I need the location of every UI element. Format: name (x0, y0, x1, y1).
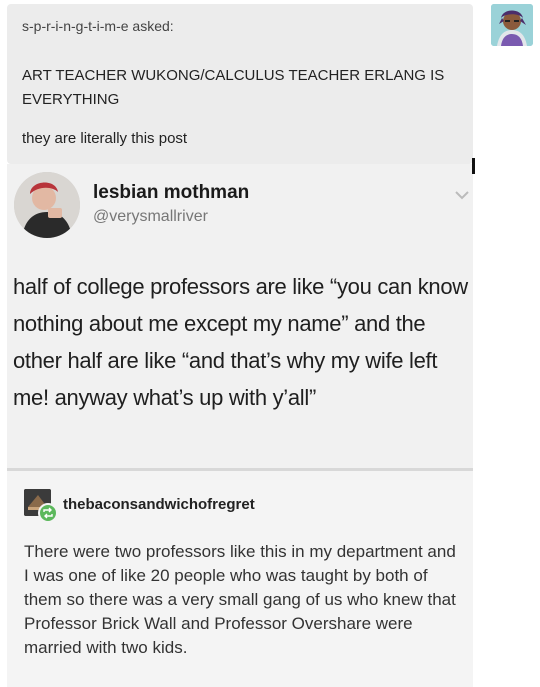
profile-photo-icon (14, 172, 80, 238)
divider-mark (472, 158, 475, 174)
ask-question: ART TEACHER WUKONG/CALCULUS TEACHER ERLA… (22, 67, 445, 108)
reblog-text: There were two professors like this in m… (24, 542, 456, 657)
tweet-text: half of college professors are like “you… (13, 274, 468, 410)
tweet-handle[interactable]: @verysmallriver (93, 208, 208, 226)
asker-line[interactable]: s-p-r-i-n-g-t-i-m-e asked: (22, 18, 174, 34)
reblog-icon (38, 503, 58, 523)
ask-answer: they are literally this post (22, 130, 188, 147)
ask-box: s-p-r-i-n-g-t-i-m-e asked: ART TEACHER W… (7, 4, 473, 164)
tweet-avatar[interactable] (14, 172, 80, 238)
asker-avatar[interactable] (491, 4, 533, 46)
avatar-illustration-icon (491, 4, 533, 46)
chevron-down-icon[interactable] (453, 188, 471, 202)
tweet-display-name[interactable]: lesbian mothman (93, 182, 249, 204)
reblogger-username[interactable]: thebaconsandwichofregret (63, 496, 255, 513)
